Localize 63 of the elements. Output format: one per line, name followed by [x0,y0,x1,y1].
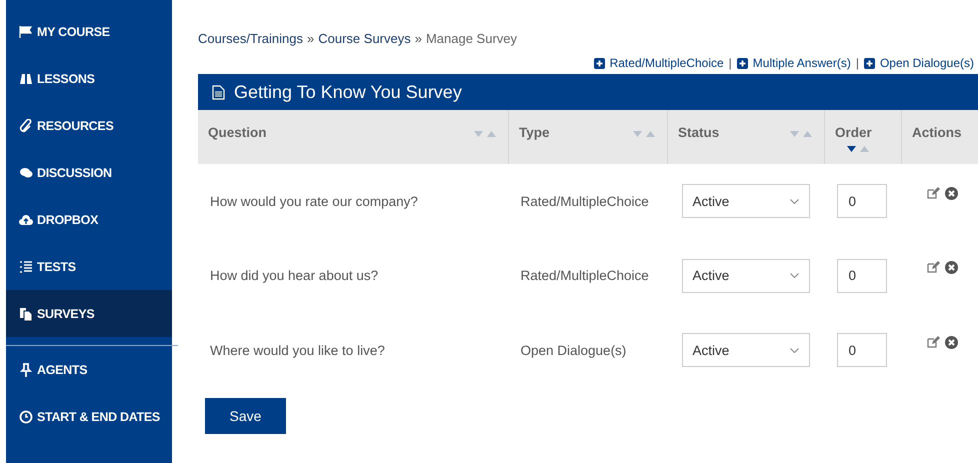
sort-arrows-icon [847,146,869,153]
status-dropdown[interactable]: Active [682,184,810,218]
link-separator: | [728,56,732,70]
delete-icon[interactable] [944,186,958,200]
link-separator: | [856,56,859,70]
pushpin-icon [19,362,33,376]
delete-icon[interactable] [944,261,958,274]
paperclip-icon [19,118,33,132]
status-dropdown[interactable]: Active [682,333,810,368]
plus-square-icon [864,58,875,68]
table-cell: How would you rate our company? [198,164,508,238]
column-header: Actions [902,110,978,164]
sidebar-item[interactable]: DISCUSSION [6,149,172,196]
table-cell-text: Open Dialogue(s) [520,342,628,360]
sidebar-item[interactable]: SURVEYS [6,290,172,337]
edit-icon[interactable] [926,186,940,199]
add-question-link[interactable]: Multiple Answer(s) [752,56,851,70]
order-field[interactable]: 0 [836,184,886,218]
table-cell: Rated/MultipleChoice [508,164,668,238]
sort-arrows-icon [633,131,655,138]
sidebar-item[interactable]: START & END DATES [6,393,172,440]
edit-icon[interactable] [926,336,940,348]
plus-square-icon [736,58,748,68]
cloud-upload-icon [19,212,33,226]
sidebar-item[interactable]: LESSONS [6,55,172,102]
breadcrumb-separator: » [414,31,422,46]
sort-arrows-icon [790,131,812,138]
column-header[interactable]: Question [198,110,508,164]
plus-square-icon [594,58,605,68]
documents-icon [19,306,33,320]
save-button[interactable]: Save [205,398,286,434]
add-question-link[interactable]: Open Dialogue(s) [880,56,974,70]
breadcrumb-separator: » [307,31,314,46]
sidebar-item[interactable]: RESOURCES [6,102,172,149]
clock-icon [19,410,33,424]
edit-icon[interactable] [926,261,940,274]
list-icon [19,260,33,274]
delete-icon[interactable] [944,336,958,349]
column-header[interactable]: Order [824,110,902,164]
order-field[interactable]: 0 [836,333,886,368]
sidebar-item[interactable]: TESTS [6,243,172,290]
chat-icon [19,166,33,180]
order-field[interactable]: 0 [836,258,886,293]
add-question-link[interactable]: Rated/MultipleChoice [610,56,724,70]
chevron-down-icon [790,273,798,278]
document-icon [212,84,225,100]
chevron-down-icon [790,348,798,353]
breadcrumb-link[interactable]: Courses/Trainings [198,31,304,46]
sidebar-item[interactable]: DROPBOX [6,196,172,243]
flag-icon [19,24,33,38]
status-dropdown[interactable]: Active [682,258,810,293]
table-cell-text: Where would you like to live? [209,342,386,360]
breadcrumb-link[interactable]: Course Surveys [318,31,411,46]
sidebar-item[interactable]: MY COURSE [6,8,172,55]
sort-arrows-icon [474,131,496,138]
breadcrumb-current: Manage Survey [426,31,518,46]
column-header[interactable]: Type [508,110,668,164]
table-cell-text: How did you hear about us? [209,267,380,286]
table-cell-text: Rated/MultipleChoice [520,267,650,286]
panel-title: Getting To Know You Survey [234,82,462,102]
chevron-down-icon [790,198,798,204]
sidebar-item[interactable]: AGENTS [6,346,172,393]
column-header[interactable]: Status [668,110,824,164]
